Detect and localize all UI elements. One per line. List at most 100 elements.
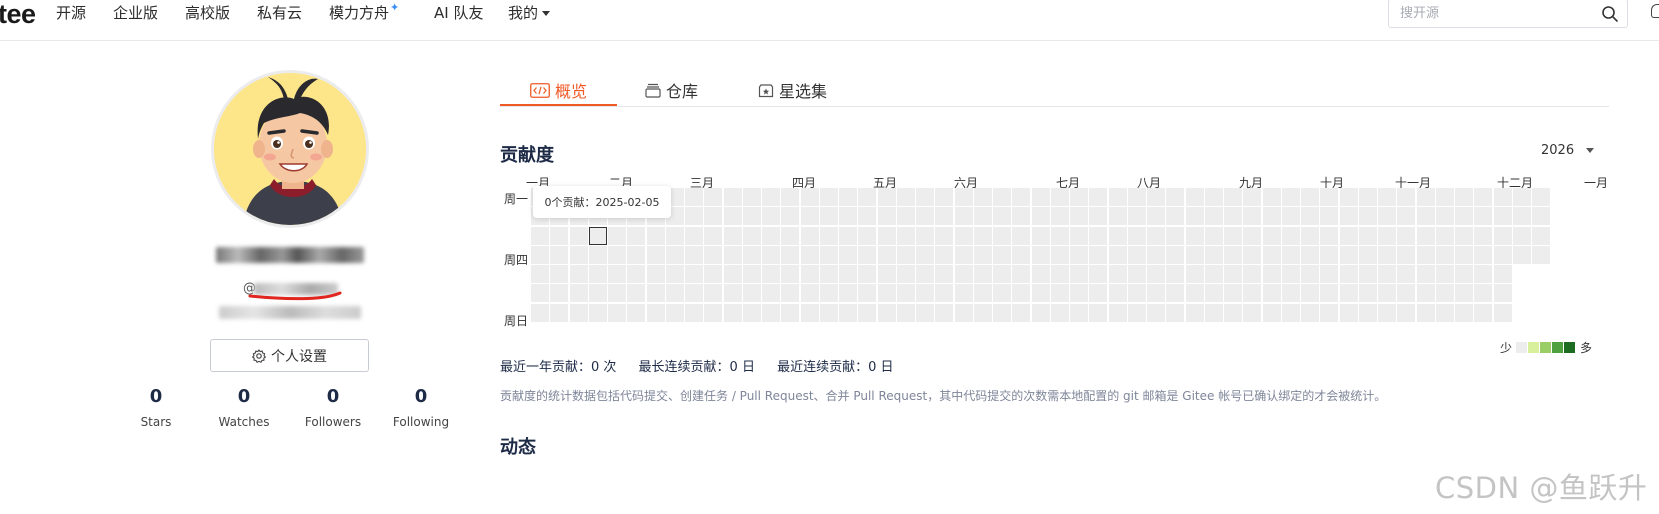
contribution-cell[interactable] [1205, 207, 1223, 225]
contribution-cell[interactable] [1070, 207, 1088, 225]
contribution-cell[interactable] [1494, 207, 1512, 225]
contribution-cell[interactable] [839, 284, 857, 302]
contribution-cell[interactable] [685, 246, 703, 264]
contribution-cell[interactable] [627, 227, 645, 245]
contribution-cell[interactable] [685, 304, 703, 322]
contribution-cell[interactable] [1301, 246, 1319, 264]
contribution-cell[interactable] [1320, 284, 1338, 302]
contribution-cell[interactable] [762, 265, 780, 283]
contribution-cell[interactable] [801, 246, 819, 264]
contribution-cell[interactable] [1301, 304, 1319, 322]
contribution-cell[interactable] [647, 265, 665, 283]
contribution-cell[interactable] [1494, 188, 1512, 206]
contribution-cell[interactable] [935, 207, 953, 225]
contribution-cell[interactable] [1474, 246, 1492, 264]
contribution-cell[interactable] [570, 246, 588, 264]
contribution-cell[interactable] [858, 246, 876, 264]
contribution-cell[interactable] [1186, 207, 1204, 225]
contribution-cell[interactable] [1474, 284, 1492, 302]
contribution-cell[interactable] [1397, 284, 1415, 302]
contribution-cell[interactable] [1340, 227, 1358, 245]
contribution-cell[interactable] [781, 207, 799, 225]
contribution-cell[interactable] [1436, 265, 1454, 283]
contribution-cell[interactable] [916, 188, 934, 206]
contribution-cell[interactable] [1089, 304, 1107, 322]
contribution-cell[interactable] [1147, 188, 1165, 206]
contribution-cell[interactable] [1474, 227, 1492, 245]
contribution-cell[interactable] [1224, 246, 1242, 264]
contribution-cell[interactable] [1128, 304, 1146, 322]
contribution-cell[interactable] [1051, 284, 1069, 302]
contribution-cell[interactable] [1147, 265, 1165, 283]
contribution-cell[interactable] [878, 207, 896, 225]
contribution-cell[interactable] [570, 265, 588, 283]
contribution-cell[interactable] [1340, 246, 1358, 264]
contribution-cell[interactable] [1051, 207, 1069, 225]
contribution-cell[interactable] [935, 227, 953, 245]
contribution-cell[interactable] [1378, 265, 1396, 283]
contribution-cell[interactable] [858, 284, 876, 302]
contribution-cell[interactable] [781, 304, 799, 322]
contribution-cell[interactable] [743, 265, 761, 283]
contribution-cell[interactable] [1089, 188, 1107, 206]
contribution-cell[interactable] [1320, 265, 1338, 283]
contribution-cell[interactable] [1166, 284, 1184, 302]
contribution-cell[interactable] [685, 265, 703, 283]
contribution-cell[interactable] [897, 246, 915, 264]
contribution-cell[interactable] [1070, 304, 1088, 322]
contribution-cell[interactable] [1089, 265, 1107, 283]
contribution-cell[interactable] [1397, 207, 1415, 225]
contribution-cell[interactable] [916, 265, 934, 283]
contribution-cell[interactable] [1128, 265, 1146, 283]
contribution-cell[interactable] [1012, 304, 1030, 322]
contribution-cell[interactable] [550, 265, 568, 283]
contribution-cell[interactable] [1205, 188, 1223, 206]
contribution-cell[interactable] [839, 246, 857, 264]
contribution-cell[interactable] [1109, 207, 1127, 225]
contribution-cell[interactable] [1532, 246, 1550, 264]
contribution-cell[interactable] [955, 246, 973, 264]
contribution-cell[interactable] [1243, 207, 1261, 225]
contribution-cell[interactable] [1243, 188, 1261, 206]
contribution-cell[interactable] [1397, 246, 1415, 264]
contribution-cell[interactable] [1436, 227, 1454, 245]
contribution-cell[interactable] [589, 304, 607, 322]
contribution-cell[interactable] [1070, 284, 1088, 302]
contribution-cell[interactable] [1070, 265, 1088, 283]
contribution-cell[interactable] [1243, 284, 1261, 302]
contribution-cell[interactable] [1032, 304, 1050, 322]
contribution-cell[interactable] [1186, 227, 1204, 245]
contribution-cell[interactable] [974, 304, 992, 322]
contribution-cell[interactable] [801, 188, 819, 206]
tab-star-collections[interactable]: 星选集 [758, 75, 827, 105]
contribution-cell[interactable] [1320, 304, 1338, 322]
contribution-cell[interactable] [1128, 207, 1146, 225]
contribution-cell[interactable] [550, 227, 568, 245]
contribution-cell[interactable] [974, 265, 992, 283]
contribution-cell[interactable] [916, 227, 934, 245]
contribution-cell[interactable] [704, 188, 722, 206]
contribution-cell[interactable] [1166, 304, 1184, 322]
contribution-cell[interactable] [858, 265, 876, 283]
contribution-cell[interactable] [820, 304, 838, 322]
contribution-cell[interactable] [801, 304, 819, 322]
contribution-cell[interactable] [1205, 284, 1223, 302]
contribution-cell[interactable] [1186, 304, 1204, 322]
contribution-cell[interactable] [724, 227, 742, 245]
contribution-cell[interactable] [1012, 246, 1030, 264]
contribution-cell[interactable] [1301, 227, 1319, 245]
contribution-cell[interactable] [1301, 265, 1319, 283]
contribution-cell[interactable] [743, 284, 761, 302]
contribution-cell[interactable] [878, 246, 896, 264]
contribution-cell[interactable] [685, 227, 703, 245]
contribution-cell[interactable] [1532, 188, 1550, 206]
contribution-cell[interactable] [1263, 207, 1281, 225]
contribution-cell[interactable] [781, 265, 799, 283]
contribution-cell[interactable] [1436, 246, 1454, 264]
contribution-cell[interactable] [1474, 265, 1492, 283]
contribution-cell[interactable] [762, 284, 780, 302]
contribution-cell[interactable] [1320, 246, 1338, 264]
contribution-cell[interactable] [627, 265, 645, 283]
contribution-cell[interactable] [993, 227, 1011, 245]
contribution-cell[interactable] [1282, 227, 1300, 245]
